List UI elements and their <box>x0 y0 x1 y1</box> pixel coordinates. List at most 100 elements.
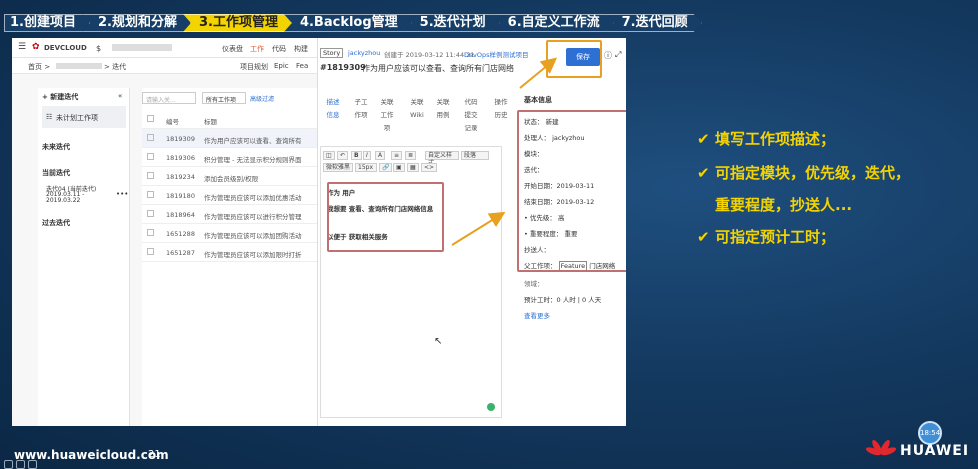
future-iterations[interactable]: 未来迭代 <box>42 142 70 152</box>
size-select[interactable]: 15px <box>355 163 377 172</box>
paragraph-select[interactable]: 段落 <box>461 151 489 160</box>
prev-icon[interactable] <box>4 460 13 469</box>
step-4: 4.Backlog管理 <box>284 14 412 32</box>
nav-dashboard[interactable]: 仪表盘 <box>222 44 243 54</box>
field-estimate[interactable]: 预计工时：0 人时 | 0 人天 <box>524 294 601 304</box>
tab-testcases[interactable]: 关联用例 <box>436 96 450 122</box>
table-row[interactable]: 1819180 作为管理员应该可以添加优惠活动 <box>142 186 318 205</box>
info-icon[interactable]: ⓘ <box>604 50 612 61</box>
col-id: 编号 <box>166 118 179 126</box>
tab-wiki[interactable]: 关联Wiki <box>408 96 426 122</box>
current-iterations[interactable]: 当前迭代 <box>42 168 70 178</box>
italic-button[interactable]: I <box>363 151 371 160</box>
bullet-1: ✔ 填写工作项描述； <box>697 130 836 148</box>
play-icon[interactable] <box>16 460 25 469</box>
field-domain[interactable]: 领域： <box>524 278 544 288</box>
step-5: 5.迭代计划 <box>404 14 500 32</box>
check-icon: ✔ <box>697 164 710 182</box>
iteration-sidebar: + 新建迭代 « ☷ 未计划工作项 未来迭代 当前迭代 迭代04 (当前迭代) … <box>38 88 130 426</box>
tab-linked-items[interactable]: 关联工作项 <box>380 96 394 135</box>
tab-subitems[interactable]: 子工作项 <box>354 96 368 122</box>
app-logo: DEVCLOUD <box>44 44 87 52</box>
unplanned-icon: ☷ <box>46 113 53 121</box>
table-icon[interactable]: ▦ <box>407 163 419 172</box>
step-2: 2.规划和分解 <box>82 14 191 32</box>
nav-work[interactable]: 工作 <box>250 44 264 54</box>
app-screenshot: ☰ ✿ DEVCLOUD $ 仪表盘 工作 代码 构建 首页 > > 迭代 项目… <box>12 38 626 426</box>
work-item-detail: Story jackyzhou 创建于 2019-03-12 11:44:21 … <box>317 38 626 426</box>
code-icon[interactable]: <> <box>421 163 438 172</box>
style-select[interactable]: 自定义样式 <box>425 151 459 167</box>
step-bar: 1.创建项目 2.规划和分解 3.工作项管理 4.Backlog管理 5.迭代计… <box>4 14 694 32</box>
bullet-2: ✔ 可指定模块，优先级，迭代， <box>697 164 911 182</box>
table-row[interactable]: 1651287 作为管理员应该可以添加限时打折 <box>142 243 318 262</box>
tab-description[interactable]: 描述信息 <box>326 96 340 122</box>
breadcrumb-iteration[interactable]: > 迭代 <box>104 62 126 72</box>
work-item-title[interactable]: 作为用户应该可以查看、查询所有门店网络 <box>362 63 514 74</box>
tab-commits[interactable]: 代码提交记录 <box>462 96 480 135</box>
subnav-feature[interactable]: Fea <box>296 62 308 70</box>
step-1: 1.创建项目 <box>4 14 90 32</box>
description-highlight <box>327 182 444 252</box>
image-icon[interactable]: ▣ <box>393 163 405 172</box>
work-item-list: 请输入关... 所有工作项 高级过滤 编号 标题 1819309 作为用户应该可以… <box>142 88 318 426</box>
show-more-link[interactable]: 查看更多 <box>524 310 550 320</box>
clock-badge: 18:54 <box>918 421 942 445</box>
blurred-breadcrumb <box>56 63 102 69</box>
undo-icon[interactable]: ↶ <box>337 151 349 160</box>
filter-select[interactable]: 所有工作项 <box>202 92 246 104</box>
step-6: 6.自定义工作流 <box>492 14 614 32</box>
current-iteration-dates: 2019.03.11 - 2019.03.22 <box>46 191 85 204</box>
expand-icon[interactable]: ⤢ <box>615 50 621 60</box>
subnav-epic[interactable]: Epic <box>274 62 289 70</box>
menu-icon[interactable]: ☰ <box>18 42 26 52</box>
breadcrumb: 首页 > > 迭代 项目规划 Epic Fea <box>12 58 318 74</box>
table-row[interactable]: 1819306 积分管理 - 无法显示积分规则界面 <box>142 148 318 167</box>
fields-highlight <box>517 110 626 272</box>
collapse-icon[interactable]: « <box>118 92 122 100</box>
work-item-type: Story <box>320 48 344 58</box>
more-icon[interactable]: ••• <box>116 190 128 198</box>
step-3-active: 3.工作项管理 <box>183 14 292 32</box>
table-row[interactable]: 1651288 作为管理员应该可以添加团购活动 <box>142 224 318 243</box>
project-link[interactable]: DevOps样例测试项目 <box>464 49 528 59</box>
select-all-checkbox[interactable] <box>147 115 154 122</box>
huawei-logo-icon <box>866 439 896 456</box>
list-icon[interactable]: ≡ <box>391 151 403 160</box>
font-select[interactable]: 微软雅黑 <box>323 163 353 172</box>
breadcrumb-home[interactable]: 首页 > <box>28 62 50 72</box>
nav-code[interactable]: 代码 <box>272 44 286 54</box>
table-row[interactable]: 1818964 作为管理员应该可以进行积分管理 <box>142 205 318 224</box>
past-iterations[interactable]: 过去迭代 <box>42 218 70 228</box>
save-highlight <box>546 40 602 78</box>
next-icon[interactable] <box>28 460 37 469</box>
list-header: 编号 标题 <box>142 110 318 129</box>
link-icon[interactable]: 🔗 <box>379 163 393 172</box>
huawei-brand: HUAWEI <box>900 443 970 459</box>
cursor-icon: ↖ <box>434 336 443 347</box>
work-item-number: #1819309 <box>320 63 366 72</box>
check-icon: ✔ <box>697 228 710 246</box>
step-7: 7.迭代回顾 <box>606 14 702 32</box>
dollar-icon[interactable]: $ <box>96 44 101 53</box>
check-icon: ✔ <box>697 130 710 148</box>
bullet-2-cont: 重要程度，抄送人... <box>715 196 853 214</box>
bold-button[interactable]: B <box>351 151 362 160</box>
subnav-planning[interactable]: 项目规划 <box>240 62 268 72</box>
creator-link[interactable]: jackyzhou <box>348 49 380 57</box>
nav-build[interactable]: 构建 <box>294 44 308 54</box>
tab-history[interactable]: 操作历史 <box>494 96 508 122</box>
new-iteration-button[interactable]: + 新建迭代 <box>42 92 78 102</box>
unplanned-item[interactable]: ☷ 未计划工作项 <box>42 106 126 128</box>
blurred-project-name <box>112 44 172 51</box>
advanced-filter-link[interactable]: 高级过滤 <box>250 94 274 103</box>
bullet-3: ✔ 可指定预计工时； <box>697 228 836 246</box>
source-icon[interactable]: ◫ <box>323 151 335 160</box>
align-icon[interactable]: ≣ <box>405 151 417 160</box>
color-button[interactable]: A <box>375 151 386 160</box>
search-input[interactable]: 请输入关... <box>142 92 196 104</box>
playback-controls[interactable] <box>4 460 64 469</box>
table-row[interactable]: 1819309 作为用户应该可以查看、查询所有 <box>142 129 318 148</box>
status-dot-icon <box>487 403 495 411</box>
table-row[interactable]: 1819234 添加会员级别/权限 <box>142 167 318 186</box>
